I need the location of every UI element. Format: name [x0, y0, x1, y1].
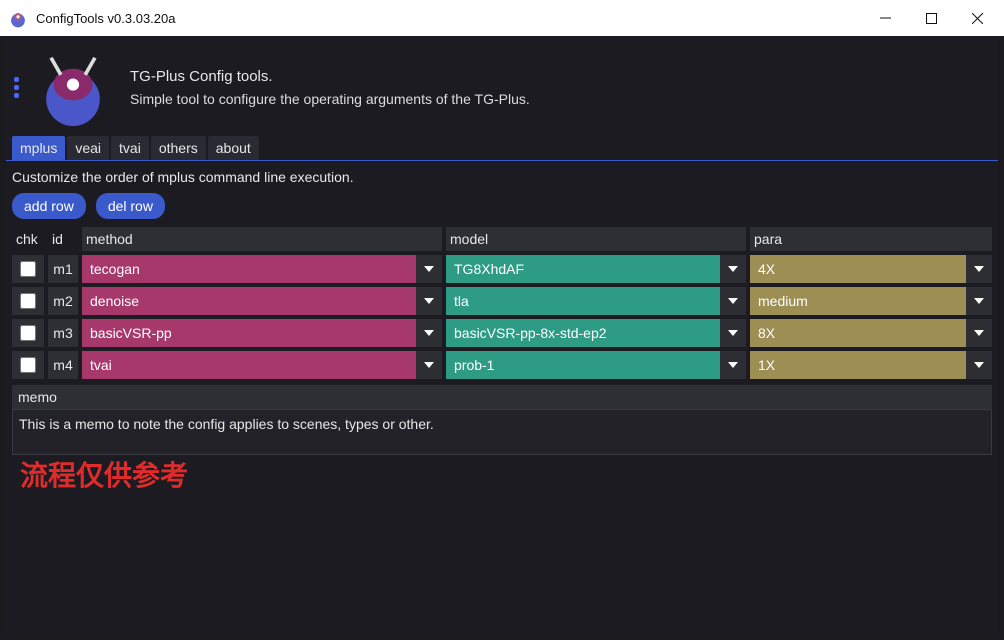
window-title: ConfigTools v0.3.03.20a: [36, 11, 862, 26]
tabs: mplus veai tvai others about: [6, 136, 998, 161]
window-titlebar: ConfigTools v0.3.03.20a: [0, 0, 1004, 36]
col-chk: chk: [12, 227, 44, 251]
row-checkbox[interactable]: [20, 357, 36, 373]
row-checkbox[interactable]: [20, 293, 36, 309]
minimize-button[interactable]: [862, 0, 908, 36]
grid-header: chk id method model para: [12, 227, 992, 251]
model-select[interactable]: TG8XhdAF: [446, 255, 720, 283]
model-select[interactable]: prob-1: [446, 351, 720, 379]
tab-veai[interactable]: veai: [67, 136, 109, 160]
chevron-down-icon[interactable]: [966, 319, 992, 347]
col-id: id: [48, 227, 78, 251]
para-select[interactable]: 8X: [750, 319, 966, 347]
method-select[interactable]: basicVSR-pp: [82, 319, 416, 347]
model-select[interactable]: tla: [446, 287, 720, 315]
row-checkbox[interactable]: [20, 261, 36, 277]
para-select[interactable]: 1X: [750, 351, 966, 379]
row-id: m3: [48, 319, 78, 347]
chevron-down-icon[interactable]: [720, 319, 746, 347]
chevron-down-icon[interactable]: [966, 287, 992, 315]
maximize-button[interactable]: [908, 0, 954, 36]
tab-tvai[interactable]: tvai: [111, 136, 149, 160]
method-select[interactable]: tecogan: [82, 255, 416, 283]
chevron-down-icon[interactable]: [416, 351, 442, 379]
watermark-text: 流程仅供参考: [20, 454, 188, 494]
chevron-down-icon[interactable]: [416, 255, 442, 283]
chevron-down-icon[interactable]: [966, 351, 992, 379]
add-row-button[interactable]: add row: [12, 193, 86, 219]
tab-about[interactable]: about: [208, 136, 259, 160]
col-method: method: [82, 227, 442, 251]
row-id: m1: [48, 255, 78, 283]
memo-label: memo: [12, 385, 992, 409]
tab-mplus[interactable]: mplus: [12, 136, 65, 160]
memo-textarea[interactable]: This is a memo to note the config applie…: [12, 409, 992, 455]
model-select[interactable]: basicVSR-pp-8x-std-ep2: [446, 319, 720, 347]
header: TG-Plus Config tools. Simple tool to con…: [6, 36, 998, 136]
chevron-down-icon[interactable]: [720, 287, 746, 315]
header-subtitle: Simple tool to configure the operating a…: [130, 91, 530, 107]
grip-handle-icon[interactable]: [14, 77, 26, 98]
table-row: m3 basicVSR-pp basicVSR-pp-8x-std-ep2 8X: [12, 319, 992, 347]
close-button[interactable]: [954, 0, 1000, 36]
header-title: TG-Plus Config tools.: [130, 68, 530, 85]
para-select[interactable]: 4X: [750, 255, 966, 283]
col-para: para: [750, 227, 992, 251]
row-id: m4: [48, 351, 78, 379]
table-row: m1 tecogan TG8XhdAF 4X: [12, 255, 992, 283]
row-id: m2: [48, 287, 78, 315]
col-model: model: [446, 227, 746, 251]
del-row-button[interactable]: del row: [96, 193, 165, 219]
chevron-down-icon[interactable]: [720, 351, 746, 379]
table-row: m2 denoise tla medium: [12, 287, 992, 315]
chevron-down-icon[interactable]: [720, 255, 746, 283]
chevron-down-icon[interactable]: [416, 319, 442, 347]
tab-others[interactable]: others: [151, 136, 206, 160]
tab-description: Customize the order of mplus command lin…: [6, 161, 998, 193]
app-logo: [34, 48, 112, 126]
chevron-down-icon[interactable]: [416, 287, 442, 315]
para-select[interactable]: medium: [750, 287, 966, 315]
method-select[interactable]: tvai: [82, 351, 416, 379]
app-icon: [8, 8, 28, 28]
method-select[interactable]: denoise: [82, 287, 416, 315]
row-checkbox[interactable]: [20, 325, 36, 341]
table-row: m4 tvai prob-1 1X: [12, 351, 992, 379]
row-actions: add row del row: [6, 193, 998, 227]
chevron-down-icon[interactable]: [966, 255, 992, 283]
